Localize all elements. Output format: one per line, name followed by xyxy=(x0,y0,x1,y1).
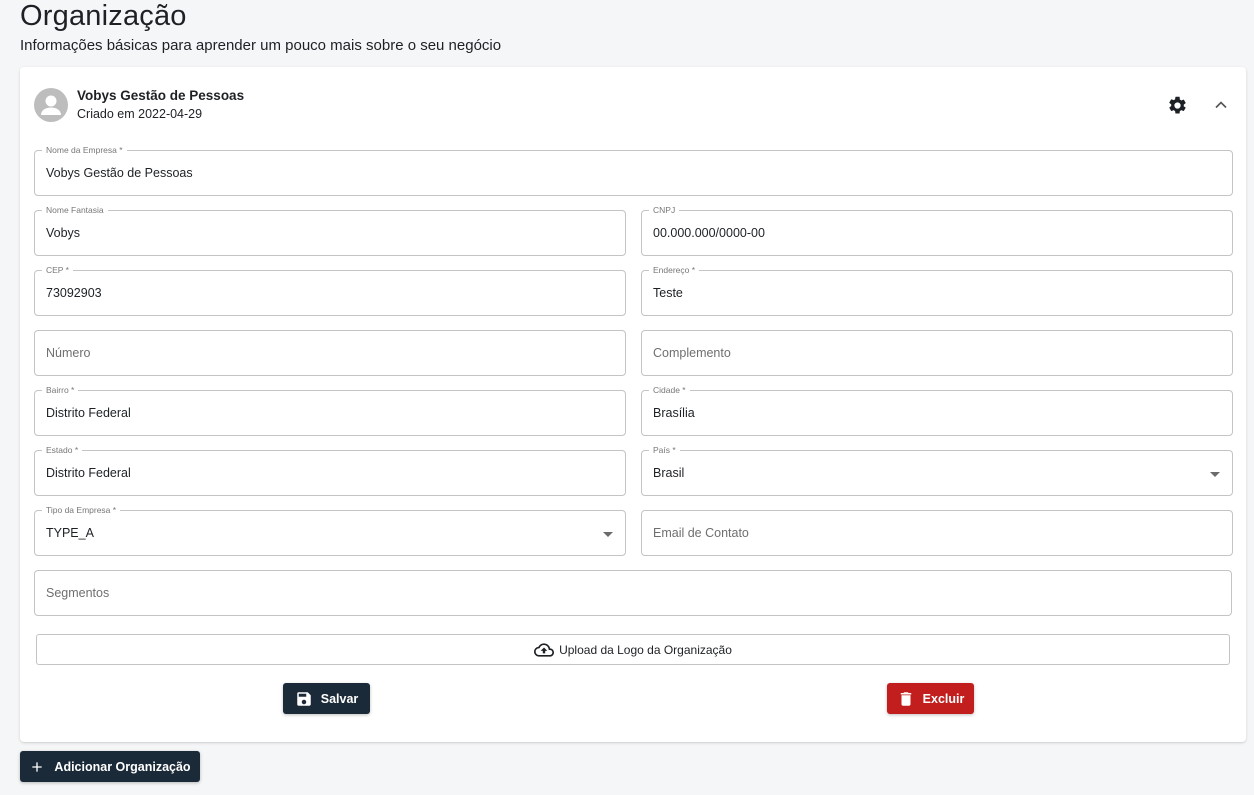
country-label: País * xyxy=(649,445,680,456)
complement-field[interactable]: Complemento xyxy=(641,330,1233,376)
contact-email-field[interactable]: Email de Contato xyxy=(641,510,1233,556)
organization-name: Vobys Gestão de Pessoas xyxy=(77,88,245,103)
district-field[interactable]: Bairro * Distrito Federal xyxy=(34,385,626,436)
district-value: Distrito Federal xyxy=(46,406,131,420)
district-label: Bairro * xyxy=(42,385,79,396)
cep-label: CEP * xyxy=(42,265,73,276)
city-label: Cidade * xyxy=(649,385,690,396)
add-organization-button[interactable]: Adicionar Organização xyxy=(20,751,200,782)
organization-created-date: Criado em 2022-04-29 xyxy=(77,107,203,121)
city-field[interactable]: Cidade * Brasília xyxy=(641,385,1233,436)
page-subtitle: Informações básicas para aprender um pou… xyxy=(20,37,502,54)
add-organization-label: Adicionar Organização xyxy=(54,759,191,774)
organization-card: Vobys Gestão de Pessoas Criado em 2022-0… xyxy=(20,67,1246,742)
delete-button[interactable]: Excluir xyxy=(887,683,974,714)
country-select[interactable]: País * Brasil xyxy=(641,445,1233,496)
cep-value: 73092903 xyxy=(46,286,102,300)
address-field[interactable]: Endereço * Teste xyxy=(641,265,1233,316)
page-title: Organização xyxy=(20,0,187,32)
floppy-disk-icon xyxy=(296,691,311,706)
upload-logo-button[interactable]: Upload da Logo da Organização xyxy=(36,634,1230,665)
gear-icon[interactable] xyxy=(1166,94,1188,116)
number-placeholder: Número xyxy=(46,346,91,360)
address-value: Teste xyxy=(653,286,683,300)
address-label: Endereço * xyxy=(649,265,700,276)
dropdown-arrow-icon[interactable] xyxy=(1210,472,1220,477)
plus-icon xyxy=(32,761,43,772)
save-label: Salvar xyxy=(320,691,359,706)
cloud-upload-icon xyxy=(534,642,555,657)
state-label: Estado * xyxy=(42,445,83,456)
number-field[interactable]: Número xyxy=(34,330,626,376)
card-header[interactable]: Vobys Gestão de Pessoas Criado em 2022-0… xyxy=(20,67,1246,142)
company-type-select[interactable]: Tipo da Empresa * TYPE_A xyxy=(34,505,626,556)
state-field[interactable]: Estado * Distrito Federal xyxy=(34,445,626,496)
upload-logo-label: Upload da Logo da Organização xyxy=(559,642,732,657)
state-value: Distrito Federal xyxy=(46,466,131,480)
cnpj-field[interactable]: CNPJ 00.000.000/0000-00 xyxy=(641,205,1233,256)
country-value: Brasil xyxy=(653,466,685,480)
complement-placeholder: Complemento xyxy=(653,346,731,360)
trash-icon xyxy=(900,691,911,706)
company-type-label: Tipo da Empresa * xyxy=(42,505,121,516)
company-name-field[interactable]: Nome da Empresa * Vobys Gestão de Pessoa… xyxy=(34,145,1233,196)
cnpj-value: 00.000.000/0000-00 xyxy=(653,226,765,240)
trade-name-label: Nome Fantasia xyxy=(42,205,108,216)
dropdown-arrow-icon[interactable] xyxy=(603,532,613,537)
city-value: Brasília xyxy=(653,406,695,420)
avatar xyxy=(34,88,68,122)
trade-name-value: Vobys xyxy=(46,226,81,240)
chevron-up-icon[interactable] xyxy=(1210,94,1232,116)
delete-label: Excluir xyxy=(922,691,965,706)
save-button[interactable]: Salvar xyxy=(283,683,370,714)
company-type-value: TYPE_A xyxy=(46,526,94,540)
person-icon xyxy=(41,95,61,115)
trade-name-field[interactable]: Nome Fantasia Vobys xyxy=(34,205,626,256)
company-name-label: Nome da Empresa * xyxy=(42,145,127,156)
contact-email-placeholder: Email de Contato xyxy=(653,526,749,540)
cep-field[interactable]: CEP * 73092903 xyxy=(34,265,626,316)
segments-field[interactable]: Segmentos xyxy=(34,570,1232,616)
company-name-value: Vobys Gestão de Pessoas xyxy=(46,166,193,180)
cnpj-label: CNPJ xyxy=(649,205,680,216)
segments-placeholder: Segmentos xyxy=(46,586,110,600)
